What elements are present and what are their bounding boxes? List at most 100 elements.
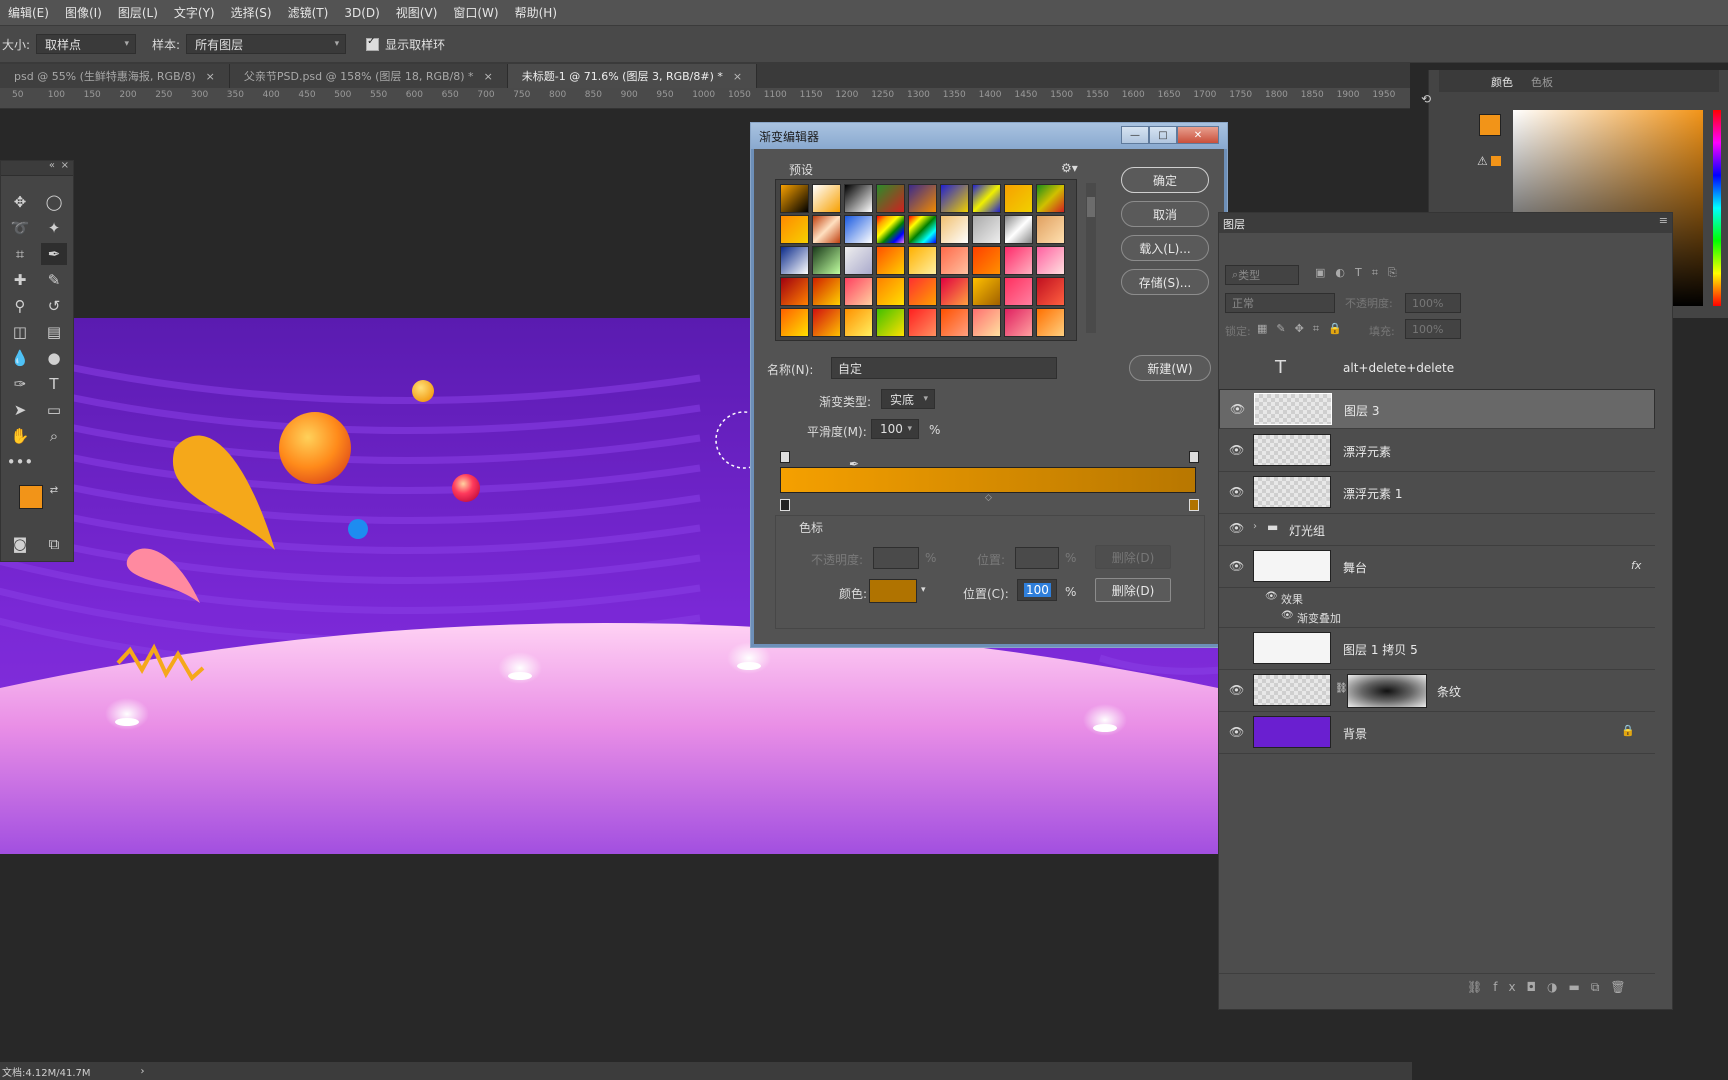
crop-tool-icon[interactable]: ⌗ bbox=[7, 243, 33, 265]
layer-row-lights-group[interactable]: 👁 › ▬ 灯光组 bbox=[1219, 515, 1655, 546]
layer-row-copy-5[interactable]: 图层 1 拷贝 5 bbox=[1219, 629, 1655, 670]
pen-tool-icon[interactable]: ✑ bbox=[7, 373, 33, 395]
tab-swatches[interactable]: 色板 bbox=[1531, 74, 1553, 90]
lock-icons[interactable]: ▦✎✥⌗🔒 bbox=[1257, 322, 1351, 336]
eye-icon[interactable]: 👁 bbox=[1229, 725, 1244, 739]
sample-select[interactable]: 所有图层 ▾ bbox=[186, 34, 347, 54]
eraser-tool-icon[interactable]: ◫ bbox=[7, 321, 33, 343]
tab-color[interactable]: 颜色 bbox=[1491, 74, 1513, 90]
new-button[interactable]: 新建(W) bbox=[1129, 355, 1211, 381]
tab-document-3[interactable]: 未标题-1 @ 71.6% (图层 3, RGB/8#) * × bbox=[507, 64, 758, 88]
smoothness-select[interactable]: 100 ▾ bbox=[871, 419, 919, 439]
load-button[interactable]: 载入(L)... bbox=[1121, 235, 1209, 261]
gradient-preset-swatch[interactable] bbox=[972, 246, 1001, 275]
eye-icon[interactable]: 👁 bbox=[1265, 591, 1278, 602]
name-field[interactable]: 自定 bbox=[831, 357, 1057, 379]
history-icon[interactable]: ⟲ bbox=[1421, 92, 1441, 114]
lasso-tool-icon[interactable]: ➰ bbox=[7, 217, 33, 239]
gradient-preset-swatch[interactable] bbox=[940, 277, 969, 306]
gradient-preset-swatch[interactable] bbox=[876, 184, 905, 213]
blend-mode-select[interactable]: 正常 bbox=[1225, 293, 1335, 313]
gradient-preset-swatch[interactable] bbox=[812, 277, 841, 306]
color-stop-left[interactable] bbox=[780, 499, 790, 511]
gradient-preset-swatch[interactable] bbox=[844, 215, 873, 244]
eye-icon[interactable]: 👁 bbox=[1230, 402, 1245, 416]
fx-icon[interactable]: fx bbox=[1631, 559, 1641, 572]
delete-color-stop-button[interactable]: 删除(D) bbox=[1095, 578, 1171, 602]
cancel-button[interactable]: 取消 bbox=[1121, 201, 1209, 227]
gradient-preset-swatch[interactable] bbox=[812, 184, 841, 213]
gear-icon[interactable]: ⚙▾ bbox=[1061, 161, 1078, 175]
foreground-color-swatch[interactable] bbox=[1479, 114, 1501, 136]
warning-icon[interactable]: ⚠ bbox=[1477, 154, 1488, 168]
gradient-preset-swatch[interactable] bbox=[812, 308, 841, 337]
opacity-field[interactable]: 100% bbox=[1405, 293, 1461, 313]
gamut-swatch[interactable] bbox=[1491, 156, 1501, 166]
opacity-stop-right[interactable] bbox=[1189, 451, 1199, 463]
gradient-preset-swatch[interactable] bbox=[1036, 184, 1065, 213]
gradient-preview-bar[interactable] bbox=[780, 467, 1196, 493]
horizontal-ruler[interactable]: 50 100 150 200 250 300 350 400 450 500 550 600 650 70… bbox=[0, 88, 1410, 109]
gradient-preset-swatch[interactable] bbox=[908, 215, 937, 244]
gradient-preset-swatch[interactable] bbox=[940, 246, 969, 275]
gradient-preset-swatch[interactable] bbox=[908, 277, 937, 306]
layer-actions-icons[interactable]: ⛓fx◘◑▬⧉🗑 bbox=[1467, 980, 1637, 995]
gradient-preset-swatch[interactable] bbox=[780, 215, 809, 244]
screen-mode-icon[interactable]: ⧉ bbox=[41, 533, 67, 555]
layer-row-floating-1[interactable]: 👁 ▣ 漂浮元素 1 bbox=[1219, 473, 1655, 514]
fill-field[interactable]: 100% bbox=[1405, 319, 1461, 339]
show-ring-option[interactable]: 显示取样环 bbox=[366, 36, 445, 53]
chevron-right-icon[interactable]: › bbox=[1253, 521, 1257, 532]
blur-tool-icon[interactable]: 💧 bbox=[7, 347, 33, 369]
chevron-right-icon[interactable]: › bbox=[141, 1066, 145, 1077]
menu-view[interactable]: 视图(V) bbox=[388, 4, 446, 21]
gradient-preset-swatch[interactable] bbox=[1004, 246, 1033, 275]
rectangle-tool-icon[interactable]: ▭ bbox=[41, 399, 67, 421]
gradient-type-select[interactable]: 实底 ▾ bbox=[881, 389, 935, 409]
size-select[interactable]: 取样点 ▾ bbox=[36, 34, 137, 54]
history-brush-icon[interactable]: ↺ bbox=[41, 295, 67, 317]
layer-row-layer-3[interactable]: 👁 图层 3 bbox=[1219, 389, 1655, 429]
eye-icon[interactable]: 👁 bbox=[1229, 559, 1244, 573]
layer-row-stripes[interactable]: 👁 ⛓ 条纹 bbox=[1219, 671, 1655, 712]
hue-slider[interactable] bbox=[1713, 110, 1721, 306]
gradient-preset-swatch[interactable] bbox=[844, 308, 873, 337]
layer-row-stage[interactable]: 👁 舞台 fx bbox=[1219, 547, 1655, 588]
move-tool-icon[interactable]: ✥ bbox=[7, 191, 33, 213]
save-button[interactable]: 存储(S)... bbox=[1121, 269, 1209, 295]
zoom-tool-icon[interactable]: ⌕ bbox=[41, 425, 67, 447]
collapse-icon[interactable]: « bbox=[49, 160, 55, 171]
menu-image[interactable]: 图像(I) bbox=[57, 4, 110, 21]
menu-window[interactable]: 窗口(W) bbox=[445, 4, 506, 21]
gradient-preset-swatch[interactable] bbox=[972, 308, 1001, 337]
tools-panel-header[interactable]: × « bbox=[1, 160, 73, 176]
show-ring-checkbox[interactable] bbox=[366, 36, 380, 51]
layer-effects-row[interactable]: 👁 效果 bbox=[1219, 589, 1655, 607]
gradient-preset-swatch[interactable] bbox=[844, 277, 873, 306]
gradient-preset-swatch[interactable] bbox=[1036, 215, 1065, 244]
gradient-preset-swatch[interactable] bbox=[780, 246, 809, 275]
close-button[interactable]: ✕ bbox=[1177, 126, 1219, 144]
chevron-down-icon[interactable]: ▾ bbox=[921, 585, 926, 595]
dodge-tool-icon[interactable]: ● bbox=[41, 347, 67, 369]
gradient-tool-icon[interactable]: ▤ bbox=[41, 321, 67, 343]
gradient-preset-swatch[interactable] bbox=[908, 246, 937, 275]
position-field[interactable]: 100 bbox=[1017, 579, 1057, 601]
midpoint-diamond-icon[interactable]: ◇ bbox=[985, 493, 992, 503]
type-tool-icon[interactable]: T bbox=[41, 373, 67, 395]
quick-mask-icon[interactable]: ◙ bbox=[7, 533, 33, 555]
tab-layers[interactable]: 图层 bbox=[1223, 216, 1245, 232]
eye-icon[interactable]: 👁 bbox=[1281, 610, 1294, 621]
menu-select[interactable]: 选择(S) bbox=[223, 4, 280, 21]
eye-icon[interactable]: 👁 bbox=[1229, 485, 1244, 499]
more-tools-icon[interactable]: ••• bbox=[7, 451, 34, 473]
link-icon[interactable]: ⛓ bbox=[1335, 683, 1348, 694]
magic-wand-icon[interactable]: ✦ bbox=[41, 217, 67, 239]
swap-colors-icon[interactable]: ⇄ bbox=[41, 479, 67, 501]
gradient-preset-swatch[interactable] bbox=[876, 215, 905, 244]
gradient-preset-swatch[interactable] bbox=[1004, 308, 1033, 337]
gradient-preset-swatch[interactable] bbox=[908, 184, 937, 213]
ok-button[interactable]: 确定 bbox=[1121, 167, 1209, 193]
gradient-preset-swatch[interactable] bbox=[1036, 308, 1065, 337]
eye-icon[interactable]: 👁 bbox=[1229, 521, 1244, 535]
